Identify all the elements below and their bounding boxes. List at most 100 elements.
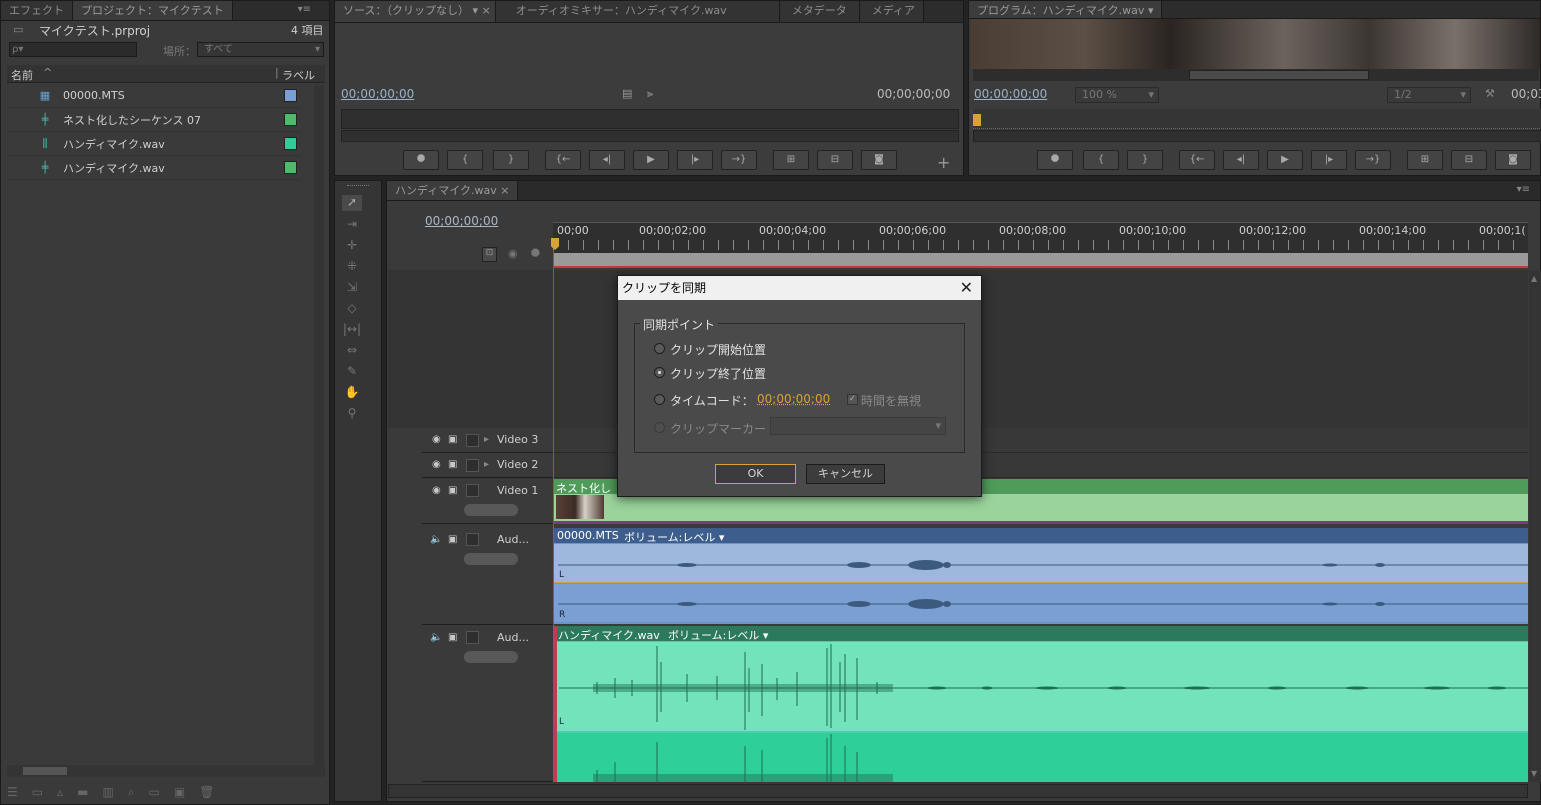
track-lock-toggle[interactable] bbox=[466, 533, 479, 546]
panel-menu-icon[interactable]: ▾≡ bbox=[1517, 184, 1530, 195]
step-back-button[interactable]: ◂| bbox=[589, 150, 625, 170]
close-icon[interactable]: × bbox=[481, 4, 490, 17]
pen-tool-icon[interactable]: ✎ bbox=[342, 364, 362, 380]
snap-icon[interactable]: ⊡ bbox=[482, 247, 497, 262]
rate-stretch-tool-icon[interactable]: ⇲ bbox=[342, 280, 362, 296]
mark-out-button[interactable]: } bbox=[1127, 150, 1163, 170]
work-area-bar[interactable] bbox=[553, 253, 1528, 266]
play-button[interactable]: ▶ bbox=[1267, 150, 1303, 170]
audio1-fx-select[interactable]: ボリューム:レベル ▾ bbox=[624, 529, 724, 545]
list-item[interactable]: ⫼ ハンディマイク.wav bbox=[9, 132, 301, 156]
source-time-ruler[interactable] bbox=[341, 109, 959, 129]
tab-effects[interactable]: エフェクト bbox=[1, 1, 73, 20]
go-to-out-button[interactable]: →} bbox=[1355, 150, 1391, 170]
timeline-timecode[interactable]: 00;00;00;00 bbox=[425, 214, 498, 228]
mark-in-button[interactable]: { bbox=[447, 150, 483, 170]
add-marker-button[interactable]: ⯃ bbox=[1037, 150, 1073, 170]
filmstrip-icon[interactable]: ▣ bbox=[448, 485, 457, 496]
keyframe-nav[interactable] bbox=[464, 504, 518, 516]
tab-sequence[interactable]: ハンディマイク.wav × bbox=[387, 181, 519, 200]
ok-button[interactable]: OK bbox=[715, 464, 796, 484]
expand-icon[interactable]: ▸ bbox=[484, 434, 489, 445]
vertical-scrollbar[interactable] bbox=[314, 85, 324, 765]
play-button[interactable]: ▶ bbox=[633, 150, 669, 170]
panel-menu-icon[interactable]: ▾≡ bbox=[298, 4, 311, 15]
tab-audio-mixer[interactable]: オーディオミキサー：ハンディマイク.wav bbox=[495, 1, 780, 22]
eye-icon[interactable]: ◉ bbox=[432, 459, 441, 470]
ripple-edit-tool-icon[interactable]: ✛ bbox=[342, 238, 362, 254]
wrench-icon[interactable]: ⚒ bbox=[1485, 87, 1495, 100]
close-icon[interactable]: × bbox=[500, 184, 509, 197]
location-select[interactable]: すべて ▾ bbox=[197, 42, 324, 57]
set-marker-icon[interactable]: ◉ bbox=[508, 247, 518, 260]
list-item[interactable]: ╪ ネスト化したシーケンス 07 bbox=[9, 108, 301, 132]
program-scrub-bar[interactable] bbox=[973, 130, 1541, 142]
program-time-ruler[interactable] bbox=[973, 109, 1541, 129]
eye-icon[interactable]: ◉ bbox=[432, 485, 441, 496]
label-clip-end[interactable]: クリップ終了位置 bbox=[670, 365, 766, 382]
filmstrip-icon[interactable]: ▣ bbox=[448, 534, 457, 545]
export-frame-button[interactable]: ◙ bbox=[1495, 150, 1531, 170]
tab-media[interactable]: メディア bbox=[859, 1, 924, 22]
track-lock-toggle[interactable] bbox=[466, 459, 479, 472]
tab-project[interactable]: プロジェクト：マイクテスト bbox=[73, 1, 233, 20]
label-timecode[interactable]: タイムコード： bbox=[670, 392, 754, 409]
speaker-icon[interactable]: 🔈 bbox=[430, 534, 442, 545]
keyframe-nav[interactable] bbox=[464, 553, 518, 565]
tab-program[interactable]: プログラム：ハンディマイク.wav ▾ bbox=[969, 1, 1163, 18]
timeline-horizontal-scrollbar[interactable] bbox=[388, 784, 1528, 798]
add-marker-button[interactable]: ⯃ bbox=[403, 150, 439, 170]
close-icon[interactable]: ✕ bbox=[960, 276, 973, 300]
add-button-icon[interactable]: + bbox=[937, 153, 950, 172]
go-to-in-button[interactable]: {← bbox=[545, 150, 581, 170]
filmstrip-icon[interactable]: ▣ bbox=[448, 459, 457, 470]
step-forward-button[interactable]: |▸ bbox=[677, 150, 713, 170]
track-select-tool-icon[interactable]: ⇥ bbox=[342, 217, 362, 233]
radio-timecode[interactable] bbox=[654, 394, 665, 405]
eye-icon[interactable]: ◉ bbox=[432, 434, 441, 445]
timecode-field[interactable]: 00;00;00;00 bbox=[757, 392, 830, 406]
keyframe-nav[interactable] bbox=[464, 651, 518, 663]
radio-clip-start[interactable] bbox=[654, 343, 665, 354]
insert-button[interactable]: ⊞ bbox=[773, 150, 809, 170]
search-input[interactable]: ρ▾ bbox=[9, 42, 137, 57]
column-name[interactable]: 名前 bbox=[11, 67, 33, 83]
zoom-tool-icon[interactable]: ⚲ bbox=[342, 406, 362, 422]
go-to-in-button[interactable]: {← bbox=[1179, 150, 1215, 170]
tab-source[interactable]: ソース：（クリップなし） ▾ × bbox=[335, 1, 496, 22]
program-playhead-icon[interactable] bbox=[973, 114, 981, 126]
extract-button[interactable]: ⊟ bbox=[1451, 150, 1487, 170]
hand-tool-icon[interactable]: ✋ bbox=[342, 385, 362, 401]
selection-tool-icon[interactable]: ➚ bbox=[342, 195, 362, 211]
slide-tool-icon[interactable]: ⇔ bbox=[342, 343, 362, 359]
zoom-select[interactable]: 100 % ▾ bbox=[1075, 87, 1159, 103]
horizontal-scrollbar[interactable] bbox=[7, 765, 325, 777]
ignore-hours-checkbox[interactable]: ✓ bbox=[847, 394, 858, 405]
lift-button[interactable]: ⊞ bbox=[1407, 150, 1443, 170]
program-scrollbar[interactable] bbox=[973, 69, 1539, 81]
program-timecode[interactable]: 00;00;00;00 bbox=[974, 87, 1047, 101]
source-scrub-bar[interactable] bbox=[341, 130, 959, 142]
export-frame-button[interactable]: ◙ bbox=[861, 150, 897, 170]
source-timecode-out[interactable]: 00;00;00;00 bbox=[877, 87, 950, 101]
cancel-button[interactable]: キャンセル bbox=[806, 464, 885, 484]
expand-icon[interactable]: ▸ bbox=[484, 459, 489, 470]
track-lock-toggle[interactable] bbox=[466, 631, 479, 644]
list-item[interactable]: ╪ ハンディマイク.wav bbox=[9, 156, 301, 180]
slip-tool-icon[interactable]: |↔| bbox=[342, 322, 362, 338]
track-lock-toggle[interactable] bbox=[466, 434, 479, 447]
audio-waveform-icon[interactable]: ⫸ bbox=[647, 87, 653, 101]
marker-icon[interactable]: ⯃ bbox=[531, 247, 540, 261]
list-item[interactable]: ▦ 00000.MTS bbox=[9, 84, 301, 108]
source-timecode-in[interactable]: 00;00;00;00 bbox=[341, 87, 414, 101]
timeline-vertical-scrollbar[interactable]: ▲ ▼ bbox=[1529, 270, 1541, 782]
filmstrip-icon[interactable]: ▣ bbox=[448, 632, 457, 643]
filmstrip-icon[interactable]: ▣ bbox=[448, 434, 457, 445]
resolution-select[interactable]: 1/2 ▾ bbox=[1387, 87, 1471, 103]
film-icon[interactable]: ▤ bbox=[622, 87, 632, 100]
speaker-icon[interactable]: 🔈 bbox=[430, 632, 442, 643]
radio-clip-end[interactable] bbox=[654, 367, 665, 378]
audio2-fx-select[interactable]: ボリューム:レベル ▾ bbox=[668, 627, 768, 643]
mark-in-button[interactable]: { bbox=[1083, 150, 1119, 170]
razor-tool-icon[interactable]: ◇ bbox=[342, 301, 362, 317]
